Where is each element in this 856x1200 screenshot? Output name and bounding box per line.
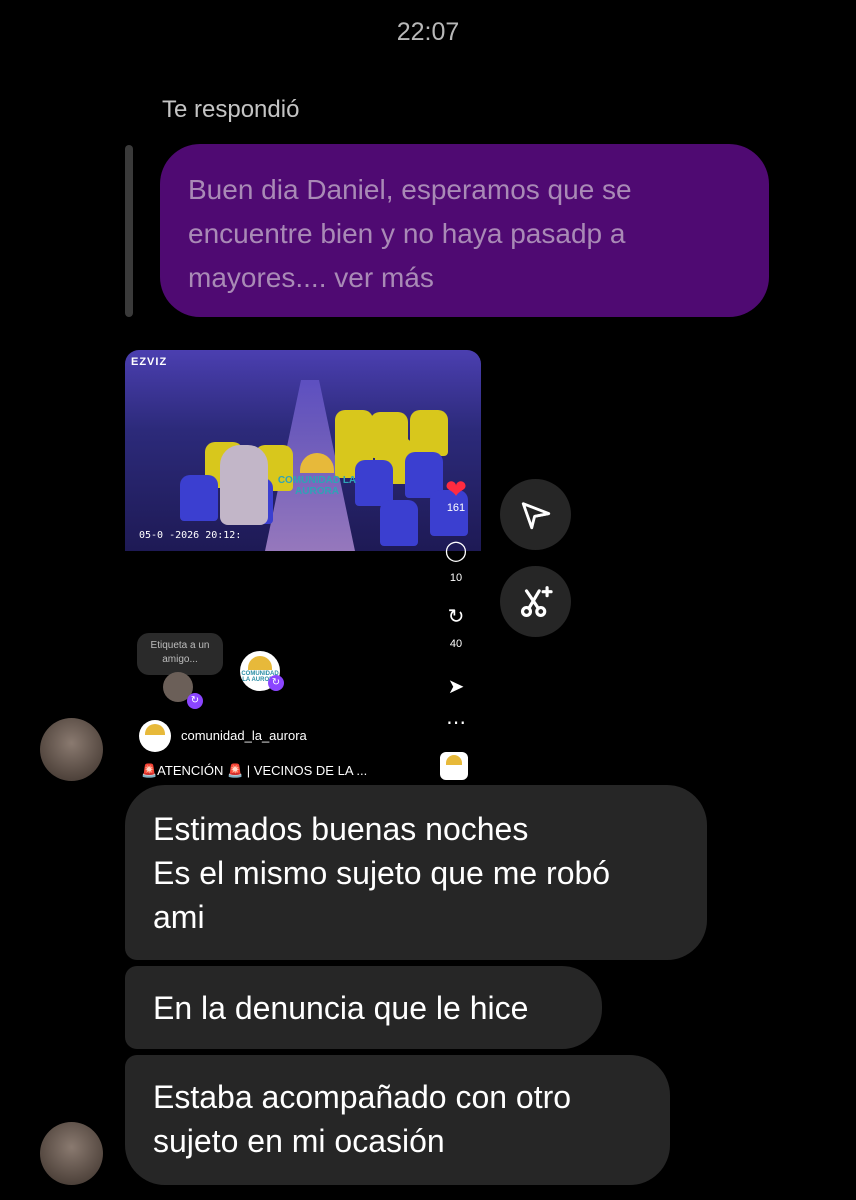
- repost-count: 40: [449, 638, 463, 650]
- more-action[interactable]: ⋯: [441, 712, 471, 734]
- audio-thumbnail-sun: [445, 755, 463, 766]
- contact-avatar[interactable]: [40, 1122, 103, 1185]
- camera-timestamp: 05-0 -2026 20:12:: [139, 530, 242, 541]
- contact-avatar[interactable]: [40, 718, 103, 781]
- seated-person: [220, 445, 268, 525]
- forward-button[interactable]: [500, 479, 571, 550]
- bus-seat: [380, 500, 418, 546]
- watermark-text: COMUNIDAD LA AURORA: [277, 475, 357, 497]
- post-caption: 🚨ATENCIÓN 🚨 | VECINOS DE LA ...: [141, 763, 368, 778]
- repost-badge-icon: ↻: [268, 675, 284, 691]
- reply-label: Te respondió: [162, 96, 300, 123]
- comment-icon[interactable]: ◯: [441, 540, 471, 562]
- paper-plane-icon: [521, 501, 550, 529]
- account-avatar[interactable]: [139, 720, 171, 752]
- account-avatar-sun: [145, 723, 165, 736]
- incoming-message-bubble[interactable]: Estimados buenas noches Es el mismo suje…: [125, 785, 707, 960]
- repost-icon[interactable]: ↻: [441, 606, 471, 628]
- more-icon[interactable]: ⋯: [441, 712, 471, 734]
- bus-seat: [355, 460, 393, 506]
- bus-seat: [180, 475, 218, 521]
- comment-count: 10: [449, 572, 463, 584]
- like-action[interactable]: ❤ 161: [441, 476, 471, 514]
- reply-indicator-bar: [125, 145, 133, 317]
- watermark-logo: [300, 453, 334, 473]
- paper-plane-icon[interactable]: ➤: [441, 676, 471, 698]
- video-watermark: COMUNIDAD LA AURORA: [275, 453, 359, 523]
- shared-post[interactable]: COMUNIDAD LA AURORA EZVIZ 05-0 -2026 20:…: [125, 350, 483, 780]
- bus-seat: [410, 410, 448, 456]
- heart-icon[interactable]: ❤: [441, 476, 471, 502]
- repost-action[interactable]: ↻ 40: [441, 606, 471, 650]
- incoming-message-bubble[interactable]: Estaba acompañado con otro sujeto en mi …: [125, 1055, 670, 1185]
- message-timestamp: 22:07: [396, 18, 460, 46]
- camera-brand-label: EZVIZ: [131, 356, 168, 368]
- sparkle-scissors-icon: [520, 585, 553, 617]
- ai-remix-button[interactable]: [500, 566, 571, 637]
- account-logo-sun: [248, 655, 272, 670]
- account-name[interactable]: comunidad_la_aurora: [181, 728, 307, 743]
- share-action[interactable]: ➤: [441, 676, 471, 698]
- post-video-thumbnail[interactable]: COMUNIDAD LA AURORA EZVIZ 05-0 -2026 20:…: [125, 350, 481, 551]
- audio-thumbnail[interactable]: [440, 752, 468, 780]
- quoted-message-bubble[interactable]: Buen dia Daniel, esperamos que se encuen…: [160, 144, 769, 317]
- repost-badge-icon: ↻: [187, 693, 203, 709]
- tag-friend-prompt[interactable]: Etiqueta a un amigo...: [137, 633, 223, 675]
- incoming-message-bubble[interactable]: En la denuncia que le hice: [125, 966, 602, 1049]
- comment-action[interactable]: ◯ 10: [441, 540, 471, 584]
